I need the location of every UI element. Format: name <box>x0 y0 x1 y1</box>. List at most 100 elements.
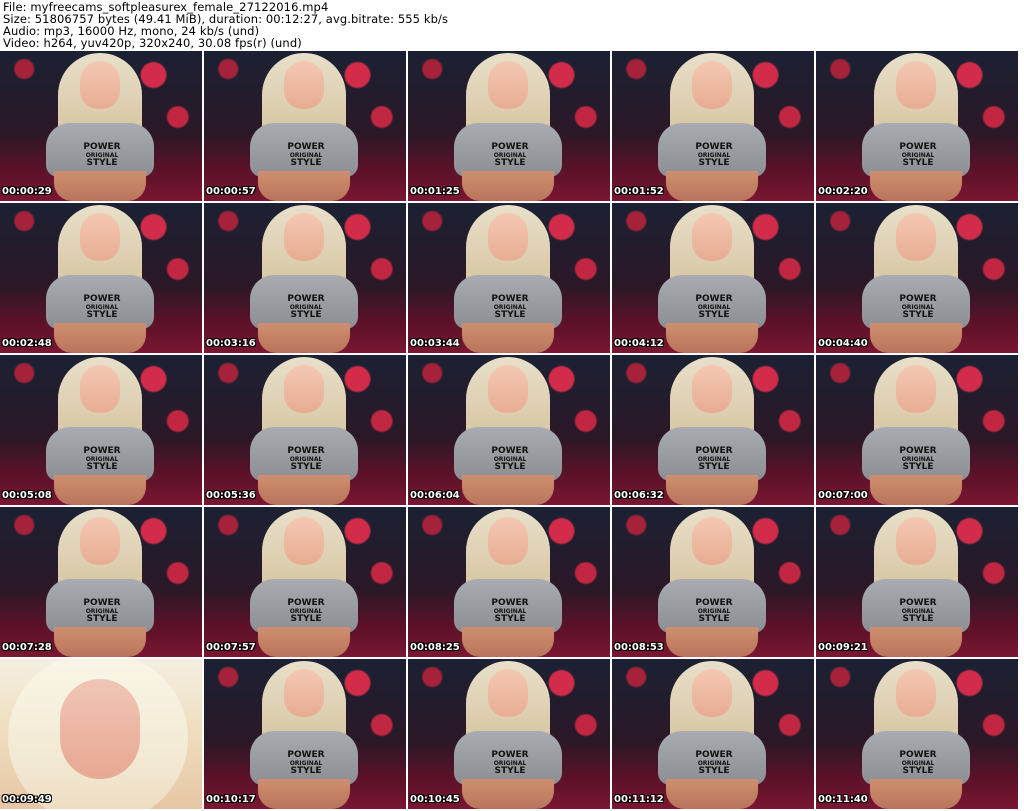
torso-shape <box>870 475 962 505</box>
torso-shape <box>666 171 758 201</box>
thumbnail-frame[interactable]: POWER ORIGINAL STYLE 00:07:28 <box>0 507 204 659</box>
face-shape <box>692 669 732 717</box>
thumbnail-frame[interactable]: POWER ORIGINAL STYLE 00:06:04 <box>408 355 612 507</box>
thumbnail-frame[interactable]: POWER ORIGINAL STYLE 00:06:32 <box>612 355 816 507</box>
thumbnail-frame[interactable]: POWER ORIGINAL STYLE 00:08:53 <box>612 507 816 659</box>
shirt-print-line-3: STYLE <box>86 614 118 624</box>
thumbnail-frame[interactable]: POWER ORIGINAL STYLE 00:01:25 <box>408 51 612 203</box>
timestamp-label: 00:00:29 <box>2 186 52 197</box>
torso-shape <box>870 323 962 353</box>
shirt-print-line-1: POWER <box>899 446 937 456</box>
video-frame: POWER ORIGINAL STYLE <box>204 659 406 809</box>
video-frame: POWER ORIGINAL STYLE <box>408 659 610 809</box>
thumbnail-frame[interactable]: POWER ORIGINAL STYLE 00:01:52 <box>612 51 816 203</box>
thumbnail-frame[interactable]: POWER ORIGINAL STYLE 00:08:25 <box>408 507 612 659</box>
shirt-print-line-3: STYLE <box>698 158 730 168</box>
shirt-print: POWER ORIGINAL STYLE <box>486 599 534 624</box>
torso-shape <box>666 779 758 809</box>
thumbnail-frame[interactable]: POWER ORIGINAL STYLE 00:00:29 <box>0 51 204 203</box>
timestamp-label: 00:08:53 <box>614 642 664 653</box>
shirt-print: POWER ORIGINAL STYLE <box>282 143 330 168</box>
timestamp-label: 00:11:40 <box>818 794 868 805</box>
face-shape <box>80 365 120 413</box>
torso-shape <box>258 779 350 809</box>
timestamp-label: 00:02:48 <box>2 338 52 349</box>
face-shape <box>284 365 324 413</box>
thumbnail-frame[interactable]: POWER ORIGINAL STYLE 00:10:45 <box>408 659 612 811</box>
timestamp-label: 00:00:57 <box>206 186 256 197</box>
face-shape <box>80 213 120 261</box>
shirt-print: POWER ORIGINAL STYLE <box>894 295 942 320</box>
timestamp-label: 00:10:17 <box>206 794 256 805</box>
shirt-print-line-3: STYLE <box>902 310 934 320</box>
thumbnail-frame[interactable]: POWER ORIGINAL STYLE 00:11:12 <box>612 659 816 811</box>
thumbnail-frame[interactable]: POWER ORIGINAL STYLE 00:04:12 <box>612 203 816 355</box>
timestamp-label: 00:03:16 <box>206 338 256 349</box>
torso-shape <box>258 171 350 201</box>
shirt-print: POWER ORIGINAL STYLE <box>78 295 126 320</box>
face-shape <box>488 517 528 565</box>
shirt-print: POWER ORIGINAL STYLE <box>282 751 330 776</box>
shirt-print: POWER ORIGINAL STYLE <box>486 447 534 472</box>
face-shape <box>896 365 936 413</box>
shirt-print-line-1: POWER <box>287 750 325 760</box>
thumbnail-frame[interactable]: 00:09:49 <box>0 659 204 811</box>
video-frame: POWER ORIGINAL STYLE <box>408 355 610 505</box>
shirt-print-line-3: STYLE <box>698 462 730 472</box>
face-shape <box>692 517 732 565</box>
torso-shape <box>462 171 554 201</box>
video-frame: POWER ORIGINAL STYLE <box>204 51 406 201</box>
thumbnail-frame[interactable]: POWER ORIGINAL STYLE 00:07:57 <box>204 507 408 659</box>
shirt-print: POWER ORIGINAL STYLE <box>690 599 738 624</box>
thumbnail-frame[interactable]: POWER ORIGINAL STYLE 00:07:00 <box>816 355 1020 507</box>
timestamp-label: 00:04:40 <box>818 338 868 349</box>
video-frame: POWER ORIGINAL STYLE <box>816 659 1018 809</box>
timestamp-label: 00:06:32 <box>614 490 664 501</box>
shirt-print-line-3: STYLE <box>902 766 934 776</box>
face-shape <box>488 213 528 261</box>
video-frame: POWER ORIGINAL STYLE <box>612 659 814 809</box>
thumbnail-frame[interactable]: POWER ORIGINAL STYLE 00:03:16 <box>204 203 408 355</box>
timestamp-label: 00:09:21 <box>818 642 868 653</box>
shirt-print-line-1: POWER <box>491 598 529 608</box>
face-shape <box>692 213 732 261</box>
shirt-print: POWER ORIGINAL STYLE <box>78 599 126 624</box>
thumbnail-frame[interactable]: POWER ORIGINAL STYLE 00:00:57 <box>204 51 408 203</box>
shirt-print: POWER ORIGINAL STYLE <box>78 447 126 472</box>
timestamp-label: 00:07:57 <box>206 642 256 653</box>
thumbnail-frame[interactable]: POWER ORIGINAL STYLE 00:02:48 <box>0 203 204 355</box>
video-frame: POWER ORIGINAL STYLE <box>816 507 1018 657</box>
face-shape <box>488 669 528 717</box>
shirt-print-line-3: STYLE <box>290 310 322 320</box>
thumbnail-frame[interactable]: POWER ORIGINAL STYLE 00:10:17 <box>204 659 408 811</box>
timestamp-label: 00:01:52 <box>614 186 664 197</box>
thumbnail-frame[interactable]: POWER ORIGINAL STYLE 00:05:08 <box>0 355 204 507</box>
face-shape <box>60 679 140 779</box>
shirt-print-line-1: POWER <box>287 294 325 304</box>
thumbnail-frame[interactable]: POWER ORIGINAL STYLE 00:09:21 <box>816 507 1020 659</box>
thumbnail-frame[interactable]: POWER ORIGINAL STYLE 00:03:44 <box>408 203 612 355</box>
face-shape <box>896 213 936 261</box>
video-frame: POWER ORIGINAL STYLE <box>0 507 202 657</box>
timestamp-label: 00:07:28 <box>2 642 52 653</box>
thumbnail-frame[interactable]: POWER ORIGINAL STYLE 00:05:36 <box>204 355 408 507</box>
face-shape <box>80 61 120 109</box>
video-frame: POWER ORIGINAL STYLE <box>612 355 814 505</box>
thumbnail-frame[interactable]: POWER ORIGINAL STYLE 00:04:40 <box>816 203 1020 355</box>
face-shape <box>80 517 120 565</box>
video-frame: POWER ORIGINAL STYLE <box>408 51 610 201</box>
shirt-print-line-3: STYLE <box>494 158 526 168</box>
shirt-print-line-3: STYLE <box>902 614 934 624</box>
shirt-print-line-1: POWER <box>287 598 325 608</box>
thumbnail-frame[interactable]: POWER ORIGINAL STYLE 00:02:20 <box>816 51 1020 203</box>
torso-shape <box>870 171 962 201</box>
thumbnail-frame[interactable]: POWER ORIGINAL STYLE 00:11:40 <box>816 659 1020 811</box>
shirt-print: POWER ORIGINAL STYLE <box>78 143 126 168</box>
shirt-print-line-3: STYLE <box>698 766 730 776</box>
video-frame: POWER ORIGINAL STYLE <box>408 507 610 657</box>
torso-shape <box>870 627 962 657</box>
face-shape <box>284 61 324 109</box>
shirt-print-line-1: POWER <box>83 598 121 608</box>
torso-shape <box>54 323 146 353</box>
timestamp-label: 00:07:00 <box>818 490 868 501</box>
